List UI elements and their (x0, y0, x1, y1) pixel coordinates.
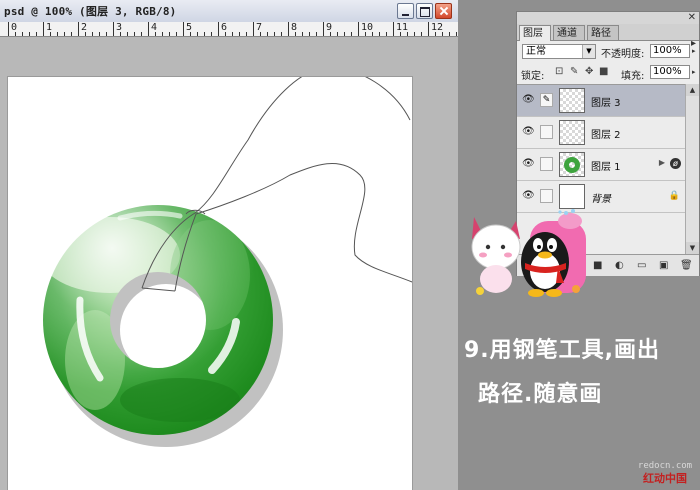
document-title: psd @ 100% (图层 3, RGB/8) (4, 5, 177, 18)
panel-title-strip[interactable]: ✕ (517, 12, 699, 24)
ruler-label: 8 (291, 22, 298, 33)
layer-name: 图层 1 (591, 162, 621, 173)
link-layers-icon[interactable]: ■ (593, 260, 602, 271)
link-box[interactable] (540, 125, 553, 139)
lock-image-icon[interactable]: ✎ (570, 66, 578, 77)
caption-line-1: 9.用钢笔工具,画出 (464, 338, 661, 363)
maximize-button[interactable] (416, 3, 433, 19)
ruler-label: 1 (46, 22, 53, 33)
lock-position-icon[interactable]: ✥ (585, 66, 593, 77)
eye-icon[interactable]: 👁 (522, 126, 535, 138)
caption-line-2: 路径.随意画 (478, 382, 603, 407)
eye-icon[interactable]: 👁 (522, 190, 535, 202)
document-window: psd @ 100% (图层 3, RGB/8) 0 1 2 3 4 5 6 7… (0, 0, 458, 490)
layer-effects-icon[interactable]: ø (670, 158, 681, 169)
watermark: redocn.com 红动中国 (634, 461, 696, 485)
opacity-value: 100% (653, 45, 682, 56)
lock-icon: 🔒 (668, 191, 680, 201)
lock-label: 锁定: (521, 71, 545, 82)
layer-list-scrollbar[interactable]: ▲ ▼ (685, 84, 699, 254)
ruler-label: 7 (256, 22, 263, 33)
lock-transparency-icon[interactable]: ⊡ (555, 66, 563, 77)
ruler-label: 4 (151, 22, 158, 33)
panel-tabs: 图层 通道 路径 ▸ (517, 24, 699, 49)
fill-label: 填充: (621, 71, 645, 82)
new-layer-icon[interactable]: ▣ (659, 260, 668, 271)
document-canvas[interactable] (8, 77, 412, 490)
horizontal-ruler[interactable]: 0 1 2 3 4 5 6 7 8 9 10 11 12 (0, 22, 458, 37)
layer-name: 图层 3 (591, 98, 621, 109)
cat-mascot (471, 217, 521, 293)
eye-icon[interactable]: 👁 (522, 94, 535, 106)
close-button[interactable] (435, 3, 452, 19)
layer-row[interactable]: 👁 ✎ 图层 3 (517, 85, 685, 117)
watermark-url: redocn.com (637, 461, 693, 471)
fill-value: 100% (653, 66, 682, 77)
layer-thumbnail (559, 152, 585, 177)
layer-name: 背景 (591, 194, 611, 205)
ruler-label: 11 (396, 22, 409, 33)
opacity-arrow-icon[interactable]: ▸ (692, 47, 696, 55)
ruler-label: 12 (431, 22, 444, 33)
layer-row[interactable]: 👁 图层 1 ▶ ø (517, 149, 685, 181)
ruler-label: 6 (221, 22, 228, 33)
close-icon[interactable]: ✕ (688, 12, 696, 23)
layer-thumbnail (559, 88, 585, 113)
ruler-label: 10 (361, 22, 374, 33)
scroll-down-icon[interactable]: ▼ (686, 242, 699, 254)
eye-icon[interactable]: 👁 (522, 158, 535, 170)
chevron-down-icon: ▼ (582, 45, 595, 58)
canvas-artwork (40, 77, 412, 460)
minimize-button[interactable] (397, 3, 414, 19)
ruler-ticks (8, 22, 457, 36)
tab-paths[interactable]: 路径 (587, 25, 619, 40)
layer-name: 图层 2 (591, 130, 621, 141)
ruler-label: 0 (11, 22, 18, 33)
opacity-input[interactable]: 100% (650, 44, 690, 58)
mascot-sticker (471, 209, 586, 297)
blend-mode-value: 正常 (526, 46, 546, 57)
fill-arrow-icon[interactable]: ▸ (692, 68, 696, 76)
adjustment-layer-icon[interactable]: ◐ (615, 260, 624, 271)
scroll-up-icon[interactable]: ▲ (686, 84, 699, 96)
opacity-label: 不透明度: (601, 49, 645, 60)
ruler-label: 3 (116, 22, 123, 33)
fill-input[interactable]: 100% (650, 65, 690, 79)
link-box[interactable] (540, 157, 553, 171)
trash-icon[interactable]: 🗑 (680, 260, 693, 271)
layer-thumbnail (559, 120, 585, 145)
watermark-name: 红动中国 (643, 472, 687, 485)
tab-channels[interactable]: 通道 (553, 25, 585, 40)
expand-arrow-icon[interactable]: ▶ (659, 158, 665, 167)
document-titlebar[interactable]: psd @ 100% (图层 3, RGB/8) (0, 0, 458, 23)
layer-thumbnail (559, 184, 585, 209)
tab-layers[interactable]: 图层 (519, 25, 551, 41)
ruler-label: 2 (81, 22, 88, 33)
layer-group-icon[interactable]: ▭ (637, 260, 646, 271)
lock-all-icon[interactable]: ■ (599, 66, 608, 77)
ruler-label: 5 (186, 22, 193, 33)
blend-mode-select[interactable]: 正常 ▼ (522, 44, 596, 59)
layer-row[interactable]: 👁 图层 2 (517, 117, 685, 149)
ruler-label: 9 (326, 22, 333, 33)
link-box[interactable] (540, 189, 553, 203)
jade-ring (40, 200, 280, 440)
brush-icon[interactable]: ✎ (540, 93, 553, 107)
